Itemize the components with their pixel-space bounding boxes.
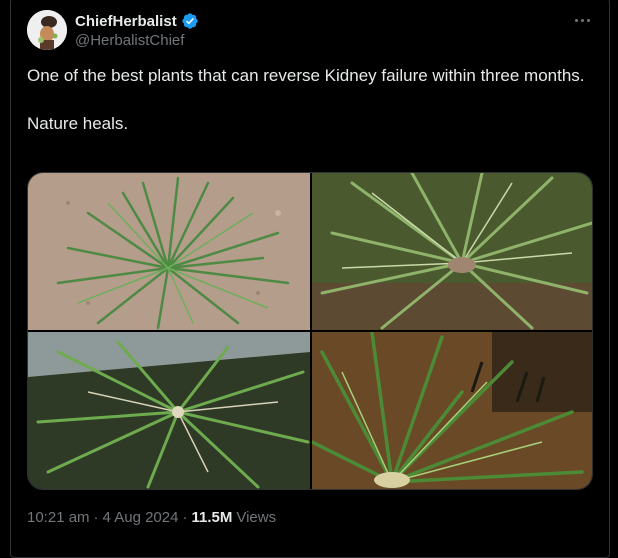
verified-badge-icon bbox=[181, 12, 199, 30]
avatar[interactable] bbox=[27, 10, 67, 50]
media-grid bbox=[27, 172, 593, 490]
photo-2[interactable] bbox=[312, 173, 592, 330]
author-name-row[interactable]: ChiefHerbalist bbox=[75, 12, 199, 30]
tweet-text: One of the best plants that can reverse … bbox=[27, 64, 587, 136]
views-count: 11.5M bbox=[191, 509, 233, 526]
avatar-image bbox=[27, 10, 67, 50]
grass-on-dark-soil-image bbox=[28, 332, 310, 489]
tweet-text-line2: Nature heals. bbox=[27, 114, 129, 133]
grass-with-seed-heads-image bbox=[312, 332, 592, 489]
grass-on-sand-image bbox=[28, 173, 310, 330]
views-label: Views bbox=[236, 509, 277, 526]
photo-1[interactable] bbox=[28, 173, 310, 330]
meta-separator-2: · bbox=[182, 509, 188, 526]
tweet-time[interactable]: 10:21 am bbox=[27, 509, 90, 526]
meta-separator: · bbox=[93, 509, 99, 526]
tweet-meta: 10:21 am · 4 Aug 2024 · 11.5M Views bbox=[27, 509, 276, 526]
tweet-text-line1: One of the best plants that can reverse … bbox=[27, 66, 585, 85]
author-handle[interactable]: @HerbalistChief bbox=[75, 32, 184, 49]
display-name[interactable]: ChiefHerbalist bbox=[75, 13, 177, 30]
photo-3[interactable] bbox=[28, 332, 310, 489]
photo-4[interactable] bbox=[312, 332, 592, 489]
grass-closeup-image bbox=[312, 173, 592, 330]
more-options-icon[interactable] bbox=[572, 12, 592, 28]
tweet-date[interactable]: 4 Aug 2024 bbox=[103, 509, 179, 526]
